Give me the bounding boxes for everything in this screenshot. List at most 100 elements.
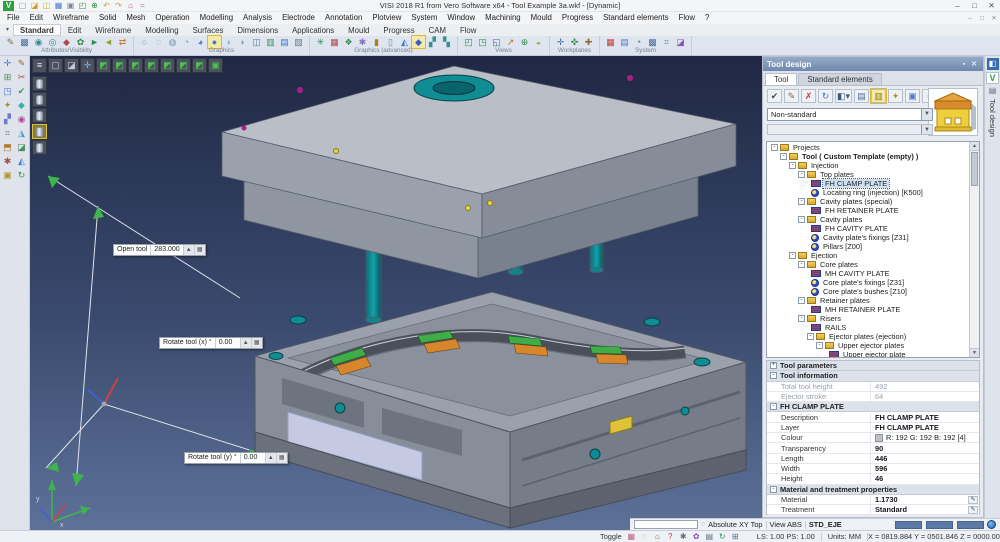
param-row[interactable]: DescriptionFH CLAMP PLATE: [767, 412, 979, 422]
param-section-header[interactable]: -Material and treatment properties: [767, 485, 979, 495]
view-cube-right-icon[interactable]: ◩: [160, 58, 175, 73]
component-list-icon[interactable]: ▥: [871, 89, 886, 103]
hidden-line-dashed-icon[interactable]: ◌: [152, 36, 165, 48]
toolbar-tab-progress[interactable]: Progress: [376, 24, 421, 36]
rotate-tool-y-value[interactable]: 0.00: [241, 453, 265, 463]
section-expander-icon[interactable]: +: [770, 362, 777, 369]
scroll-thumb[interactable]: [971, 152, 978, 186]
toggle-button[interactable]: Toggle: [596, 532, 626, 541]
materials-icon[interactable]: ▦: [328, 36, 341, 48]
surface-icon[interactable]: ◪: [15, 140, 29, 154]
shading-hidden-icon[interactable]: [32, 92, 47, 107]
hatch-icon[interactable]: ▞: [1, 112, 15, 126]
snap-mode-icon[interactable]: ✱: [678, 531, 689, 542]
panel-close-icon[interactable]: ✕: [969, 60, 979, 68]
open-tool-control[interactable]: Open tool 283.000 ▲ ▦: [113, 244, 206, 256]
tree-item[interactable]: -Retainer plates: [767, 296, 979, 305]
delete-component-icon[interactable]: ✗: [801, 89, 816, 103]
menu-item-help[interactable]: ?: [700, 12, 714, 24]
shadow-icon[interactable]: ▚: [440, 36, 453, 48]
menu-item-standard-elements[interactable]: Standard elements: [598, 12, 673, 24]
menu-item-electrode[interactable]: Electrode: [277, 12, 320, 24]
tree-item[interactable]: Core plate's fixings [Z31]: [767, 278, 979, 287]
menu-item-wireframe[interactable]: Wireframe: [48, 12, 94, 24]
tree-item[interactable]: -Core plates: [767, 260, 979, 269]
extrude-icon[interactable]: ⬒: [1, 140, 15, 154]
panel-tab-tool[interactable]: Tool: [765, 73, 797, 85]
top-view-icon[interactable]: ◳: [476, 36, 489, 48]
param-value[interactable]: 596: [871, 464, 979, 473]
shaded-icon[interactable]: ◕: [194, 36, 207, 48]
rotate-tool-x-control[interactable]: Rotate tool (x) ° 0.00 ▲ ▦: [159, 337, 263, 349]
standard-parts-icon[interactable]: ✦: [888, 89, 903, 103]
param-value[interactable]: Standard: [871, 505, 979, 514]
sketch-icon[interactable]: ✎: [15, 56, 29, 70]
tree-expander-icon[interactable]: -: [798, 216, 805, 223]
tree-item[interactable]: -Tool ( Custom Template (empty) ): [767, 152, 979, 161]
open-tool-keyboard-icon[interactable]: ▦: [194, 245, 205, 255]
customize-quick-access-icon[interactable]: =: [137, 0, 148, 11]
edit-tool-icon[interactable]: ✎: [784, 89, 799, 103]
dock-auto-hide-icon[interactable]: ◧: [987, 58, 999, 70]
toolbar-tab-cam[interactable]: CAM: [422, 24, 453, 36]
edit-icon[interactable]: ✎: [968, 496, 978, 504]
command-search-input[interactable]: [634, 520, 698, 529]
param-value[interactable]: 46: [871, 474, 979, 483]
viewport-3d-scene[interactable]: y x ≡▢◪✛◩◩◩◩◩◩◩▣ Open tool 283.000 ▲ ▦ R…: [30, 56, 762, 530]
viewport-split-icon[interactable]: ◪: [64, 58, 79, 73]
publish-icon[interactable]: ⊕: [89, 0, 100, 11]
search-icon[interactable]: ◌: [701, 521, 705, 528]
tool-design-edge-tab[interactable]: Tool design: [988, 99, 997, 137]
rotate-icon[interactable]: ◮: [15, 126, 29, 140]
toolbar-tab-modelling[interactable]: Modelling: [138, 24, 185, 36]
param-value[interactable]: 90: [871, 444, 979, 453]
section-expander-icon[interactable]: -: [770, 403, 777, 410]
toolbar-tab-applications[interactable]: Applications: [285, 24, 341, 36]
menu-item-analysis[interactable]: Analysis: [238, 12, 277, 24]
render-settings-icon[interactable]: ▥: [264, 36, 277, 48]
rotate-x-keyboard-icon[interactable]: ▦: [251, 338, 262, 348]
param-row[interactable]: Transparency90: [767, 443, 979, 453]
scroll-up-icon[interactable]: ▲: [970, 142, 979, 151]
save-icon[interactable]: ▦: [53, 0, 64, 11]
workplane-field[interactable]: STD_EJE: [809, 520, 842, 529]
rotate-y-keyboard-icon[interactable]: ▦: [276, 453, 287, 463]
shading-shaded-icon[interactable]: [32, 108, 47, 123]
block-icon[interactable]: ▣: [1, 168, 15, 182]
user-view-icon[interactable]: ◒: [532, 36, 545, 48]
tree-item[interactable]: Core plate's bushes [Z10]: [767, 287, 979, 296]
view-layout-button-1[interactable]: [895, 521, 922, 529]
minimize-button[interactable]: –: [949, 0, 966, 11]
param-value[interactable]: R: 192 G: 192 B: 192 [4]: [871, 433, 979, 442]
tree-item[interactable]: Upper ejector plate: [767, 350, 979, 358]
mdi-restore-button[interactable]: □: [976, 13, 988, 24]
explode-icon[interactable]: ✱: [1, 154, 15, 168]
view-cube-iso2-icon[interactable]: ◩: [112, 58, 127, 73]
tree-item[interactable]: RAILS: [767, 323, 979, 332]
refresh-view-icon[interactable]: ↻: [717, 531, 728, 542]
menu-item-modelling[interactable]: Modelling: [195, 12, 238, 24]
trim-icon[interactable]: ✂: [15, 70, 29, 84]
rotate-tool-x-value[interactable]: 0.00: [216, 338, 240, 348]
snap-icon[interactable]: ◆: [15, 98, 29, 112]
tree-item[interactable]: -Cavity plates (special): [767, 197, 979, 206]
color-swatch[interactable]: [875, 434, 883, 442]
shading-shaded-edges-icon[interactable]: [32, 124, 47, 139]
angle-icon[interactable]: ◭: [15, 154, 29, 168]
param-value[interactable]: 64: [871, 392, 979, 401]
view-cube-iso-icon[interactable]: ◩: [96, 58, 111, 73]
menu-item-window[interactable]: Window: [442, 12, 480, 24]
tree-expander-icon[interactable]: -: [789, 162, 796, 169]
select-icon[interactable]: ✛: [1, 56, 15, 70]
redo-icon[interactable]: ↷: [113, 0, 124, 11]
lights-icon[interactable]: ❖: [342, 36, 355, 48]
view-layout-button-3[interactable]: [957, 521, 984, 529]
regenerate-tool-icon[interactable]: ↻: [818, 89, 833, 103]
tree-expander-icon[interactable]: -: [816, 342, 823, 349]
tree-item[interactable]: Cavity plate's fixings [Z31]: [767, 233, 979, 242]
edit-icon[interactable]: ✎: [968, 506, 978, 514]
tree-expander-icon[interactable]: -: [807, 333, 814, 340]
view-cube-left-icon[interactable]: ◩: [192, 58, 207, 73]
frame-icon[interactable]: ◳: [1, 84, 15, 98]
menu-item-annotation[interactable]: Annotation: [320, 12, 367, 24]
